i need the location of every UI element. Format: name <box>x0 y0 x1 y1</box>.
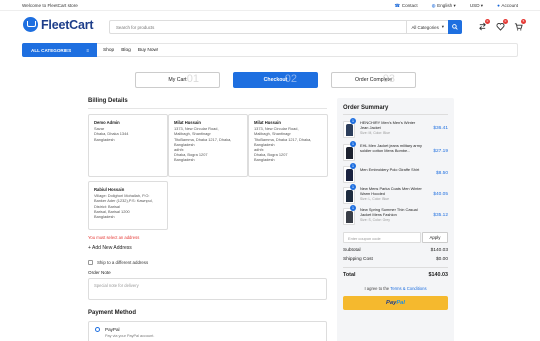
step-number: 02 <box>284 73 297 85</box>
payment-option-paypal[interactable]: PayPal Pay via your PayPal account. <box>88 321 327 341</box>
divider <box>88 108 327 109</box>
summary-item: 1 Men Embroidery Polo Giraffe Shirt $8.5… <box>343 163 448 184</box>
item-meta: Size: S, Color: Grey <box>360 218 390 222</box>
item-name[interactable]: HENCHIRY Men's Men's Winter Jean Jacket <box>360 120 424 130</box>
item-meta: Size: M, Color: Blue <box>360 131 390 135</box>
divider <box>343 267 448 268</box>
item-price: $40.05 <box>433 192 448 197</box>
billing-title: Billing Details <box>88 98 128 104</box>
step-order-complete: Order Complete 03 <box>331 72 416 88</box>
step-my-cart[interactable]: My Cart 01 <box>135 72 220 88</box>
nav-link-blog[interactable]: Blog <box>121 48 131 53</box>
user-icon: ● <box>497 2 500 8</box>
item-price: $27.19 <box>433 149 448 154</box>
nav-link-shop[interactable]: Shop <box>103 48 114 53</box>
apply-coupon-button[interactable]: Apply <box>422 232 448 243</box>
compare-button[interactable]: 0 <box>478 19 490 31</box>
address-card[interactable]: Milat Hussain 1373, New Circular Road, M… <box>248 114 328 177</box>
item-qty: 1 <box>350 163 356 169</box>
item-price: $36.41 <box>433 126 448 131</box>
category-select[interactable]: All Categories ▾ <box>406 21 448 33</box>
cart-logo-icon <box>23 17 38 32</box>
main-nav: ALL CATEGORIES ≡ Shop Blog Buy Now! <box>22 43 518 57</box>
wishlist-button[interactable]: 0 <box>496 19 508 31</box>
step-number: 01 <box>186 73 199 85</box>
search-bar: All Categories ▾ <box>109 19 462 34</box>
top-links: ☎ Contact ◍ English ▾ USD ▾ ● Account <box>395 3 518 9</box>
order-summary: Order Summary 1 HENCHIRY Men's Men's Win… <box>337 98 454 341</box>
step-number: 03 <box>382 73 395 85</box>
address-card[interactable]: Milat Hussain 1373, New Circular Road, M… <box>168 114 248 177</box>
shipping-row: Shipping Cost $0.00 <box>343 257 448 262</box>
address-error: You must select an address <box>88 235 140 240</box>
step-checkout: Checkout 02 <box>233 72 318 88</box>
paypal-button[interactable]: PayPal <box>343 296 448 310</box>
contact-link[interactable]: ☎ Contact <box>395 3 418 9</box>
terms-link[interactable]: Terms & Conditions <box>390 286 426 291</box>
order-note-label: Order Note <box>88 270 111 275</box>
summary-item: 1 New Spring Summer Thin Casual Jacket M… <box>343 205 448 226</box>
radio-icon <box>95 327 100 332</box>
coupon-input[interactable]: Enter coupon code <box>343 232 421 243</box>
checkbox-icon <box>88 260 93 265</box>
top-bar: Welcome to FleetCart store ☎ Contact ◍ Eng… <box>0 0 540 11</box>
summary-item: 1 EHL Men Jacket jeans military army sol… <box>343 141 448 162</box>
add-new-address-button[interactable]: + Add New Address <box>88 245 132 251</box>
search-button[interactable] <box>448 19 462 34</box>
item-price: $35.12 <box>433 213 448 218</box>
item-price: $8.50 <box>435 171 448 176</box>
language-select[interactable]: ◍ English ▾ <box>432 3 456 9</box>
address-card[interactable]: Demo Admin Savar Dhaka, Dhaka 1344 Bangl… <box>88 114 168 177</box>
item-meta: Size: L, Color: Blue <box>360 197 390 201</box>
search-icon <box>452 23 458 30</box>
search-input[interactable] <box>110 24 407 30</box>
divider <box>343 114 448 115</box>
item-qty: 1 <box>350 205 356 211</box>
account-link[interactable]: ● Account <box>497 3 518 9</box>
chevron-down-icon: ▾ <box>441 24 444 29</box>
nav-link-buy-now[interactable]: Buy Now! <box>138 48 159 53</box>
cart-count: 5 <box>521 19 526 24</box>
shipping-value: $0.00 <box>435 257 448 262</box>
item-qty: 1 <box>350 118 356 124</box>
globe-icon: ◍ <box>431 2 436 8</box>
summary-item: 1 HENCHIRY Men's Men's Winter Jean Jacke… <box>343 118 448 139</box>
item-name[interactable]: New Mens Parka Coats Men Winter Warm Hoo… <box>360 186 424 196</box>
checkout-steps: My Cart 01 Checkout 02 Order Complete 03 <box>135 72 416 88</box>
item-name[interactable]: New Spring Summer Thin Casual Jacket Men… <box>360 207 424 217</box>
phone-icon: ☎ <box>394 2 401 8</box>
nav-links: Shop Blog Buy Now! <box>103 48 158 53</box>
order-note-textarea[interactable]: Special note for delivery <box>88 278 327 300</box>
summary-title: Order Summary <box>343 105 389 111</box>
subtotal-value: $140.03 <box>430 248 448 253</box>
cart-button[interactable]: 5 <box>514 19 526 31</box>
wishlist-count: 0 <box>503 19 508 24</box>
payment-title: Payment Method <box>88 310 137 316</box>
summary-item: 1 New Mens Parka Coats Men Winter Warm H… <box>343 184 448 205</box>
all-categories-button[interactable]: ALL CATEGORIES ≡ <box>22 43 97 57</box>
welcome-text: Welcome to FleetCart store <box>22 3 78 8</box>
header-icons: 0 0 5 <box>478 19 526 31</box>
item-name[interactable]: Men Embroidery Polo Giraffe Shirt <box>360 167 424 173</box>
currency-select[interactable]: USD ▾ <box>470 3 483 9</box>
item-name[interactable]: EHL Men Jacket jeans military army soldi… <box>360 143 424 153</box>
item-qty: 1 <box>350 141 356 147</box>
compare-count: 0 <box>485 19 490 24</box>
subtotal-row: Subtotal $140.03 <box>343 248 448 253</box>
menu-icon: ≡ <box>86 47 89 53</box>
item-qty: 1 <box>350 184 356 190</box>
terms-agreement[interactable]: I agree to the Terms & Conditions <box>337 286 454 291</box>
total-row: Total $140.03 <box>343 272 448 278</box>
address-card[interactable]: Rabiul Hossain Village: Dolighori Mohall… <box>88 181 168 230</box>
site-logo[interactable]: FleetCart <box>23 17 94 32</box>
total-value: $140.03 <box>428 272 449 278</box>
ship-different-checkbox[interactable]: Ship to a different address <box>88 260 148 265</box>
